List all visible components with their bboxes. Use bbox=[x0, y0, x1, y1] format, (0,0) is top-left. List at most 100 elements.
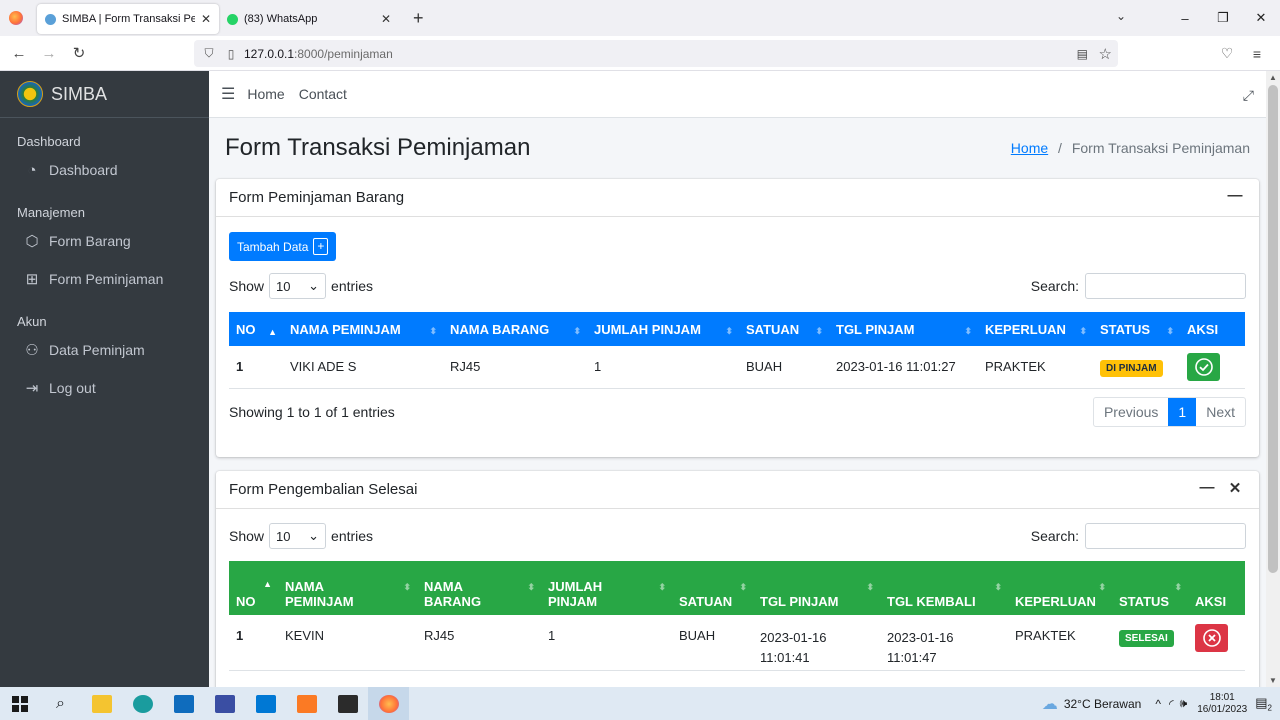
bookmark-star-icon[interactable]: ☆ bbox=[1099, 45, 1112, 63]
collapse-icon[interactable]: — bbox=[1193, 479, 1221, 497]
collapse-icon[interactable]: — bbox=[1221, 187, 1249, 204]
search-input[interactable] bbox=[1085, 523, 1246, 549]
sidebar-item-dashboard[interactable]: ◔ Dashboard bbox=[0, 151, 209, 189]
col-header[interactable]: TGL KEMBALI ⬍ bbox=[880, 561, 1008, 615]
table-row: 1 KEVIN RJ45 1 BUAH 2023-01-16 11:01:41 … bbox=[229, 615, 1245, 671]
page-icon: ▯ bbox=[227, 46, 235, 61]
cell-jumlah: 1 bbox=[587, 346, 739, 389]
entries-select[interactable]: 10 ⌄ bbox=[269, 523, 327, 549]
brand[interactable]: SIMBA bbox=[0, 71, 209, 118]
tab-simba[interactable]: SIMBA | Form Transaksi Peminjaman ✕ bbox=[37, 4, 219, 34]
close-icon[interactable]: ✕ bbox=[201, 12, 211, 26]
cell-jumlah: 1 bbox=[541, 615, 672, 671]
editor-icon[interactable] bbox=[204, 687, 245, 720]
chevron-down-icon[interactable]: ⌄ bbox=[1116, 9, 1126, 23]
breadcrumb-home-link[interactable]: Home bbox=[1011, 140, 1048, 156]
delete-button[interactable] bbox=[1195, 624, 1228, 652]
volume-icon[interactable]: 🕪 bbox=[1180, 696, 1188, 711]
search-label: Search: bbox=[1030, 528, 1079, 544]
wifi-icon[interactable]: ◜ bbox=[1169, 697, 1174, 711]
edge-icon[interactable] bbox=[122, 687, 163, 720]
col-header[interactable]: STATUS ⬍ bbox=[1093, 312, 1180, 346]
sidebar-item-form-peminjaman[interactable]: ⊞ Form Peminjaman bbox=[0, 260, 209, 298]
table-info: Showing 1 to 1 of 1 entries bbox=[229, 404, 395, 420]
content-header: Form Transaksi Peminjaman Home / Form Tr… bbox=[209, 118, 1266, 178]
chevron-up-icon[interactable]: ^ bbox=[1155, 697, 1161, 711]
col-header[interactable]: NAMA PEMINJAM ⬍ bbox=[278, 561, 417, 615]
col-header[interactable]: NAMA PEMINJAM ⬍ bbox=[283, 312, 443, 346]
scroll-up-icon[interactable]: ▲ bbox=[1266, 73, 1280, 82]
col-header[interactable]: TGL PINJAM ⬍ bbox=[753, 561, 880, 615]
sidebar-item-form-barang[interactable]: ⬡ Form Barang bbox=[0, 222, 209, 260]
tachometer-icon: ◔ bbox=[27, 161, 37, 179]
col-header[interactable]: SATUAN ⬍ bbox=[672, 561, 753, 615]
fullscreen-icon[interactable]: ⤢ bbox=[1243, 87, 1254, 104]
sidebar-item-data-peminjam[interactable]: ⚇ Data Peminjam bbox=[0, 331, 209, 369]
card-peminjaman: Form Peminjaman Barang — Tambah Data + S… bbox=[216, 179, 1259, 457]
clock[interactable]: 18:01 16/01/2023 bbox=[1197, 692, 1247, 716]
next-button[interactable]: Next bbox=[1196, 398, 1245, 426]
search-icon[interactable]: ⌕ bbox=[40, 687, 81, 720]
add-data-button[interactable]: Tambah Data + bbox=[229, 232, 337, 261]
notification-icon[interactable]: ▤2 bbox=[1255, 695, 1272, 713]
cell-status: SELESAI bbox=[1112, 615, 1188, 671]
vscode-icon[interactable] bbox=[245, 687, 286, 720]
terminal-icon[interactable] bbox=[327, 687, 368, 720]
firefox-taskbar-icon[interactable] bbox=[368, 687, 409, 720]
scroll-down-icon[interactable]: ▼ bbox=[1266, 676, 1280, 685]
url-bar[interactable]: ⛉ ▯ 127.0.0.1:8000/peminjaman ▤ ☆ bbox=[194, 40, 1118, 67]
firefox-icon[interactable] bbox=[9, 11, 23, 25]
file-plus-icon: + bbox=[313, 238, 329, 255]
col-header[interactable]: KEPERLUAN ⬍ bbox=[978, 312, 1093, 346]
col-header[interactable]: NO ▲ bbox=[229, 561, 278, 615]
col-header[interactable]: STATUS ⬍ bbox=[1112, 561, 1188, 615]
col-header[interactable]: SATUAN ⬍ bbox=[739, 312, 829, 346]
reader-view-icon[interactable]: ▤ bbox=[1077, 47, 1088, 61]
col-header[interactable]: TGL PINJAM ⬍ bbox=[829, 312, 978, 346]
top-navbar: ☰ Home Contact ⤢ bbox=[209, 71, 1266, 118]
col-header[interactable]: NAMA BARANG ⬍ bbox=[417, 561, 541, 615]
table-pengembalian: NO ▲ NAMA PEMINJAM ⬍ NAMA BARANG ⬍ JUMLAH P… bbox=[229, 561, 1245, 671]
nav-home-link[interactable]: Home bbox=[247, 86, 284, 102]
col-header[interactable]: NAMA BARANG ⬍ bbox=[443, 312, 587, 346]
nav-contact-link[interactable]: Contact bbox=[299, 86, 347, 102]
x-circle-icon bbox=[1202, 629, 1221, 647]
return-button[interactable] bbox=[1187, 352, 1220, 381]
sort-icon: ⬍ bbox=[815, 326, 823, 336]
restore-icon[interactable]: ❐ bbox=[1204, 10, 1242, 26]
col-header[interactable]: NO ▲ bbox=[229, 312, 283, 346]
mail-icon[interactable] bbox=[163, 687, 204, 720]
pocket-icon[interactable]: ♡ bbox=[1212, 45, 1242, 62]
tab-whatsapp[interactable]: (83) WhatsApp ✕ bbox=[219, 4, 399, 34]
previous-button[interactable]: Previous bbox=[1094, 398, 1168, 426]
cell-keperluan: PRAKTEK bbox=[1008, 615, 1112, 671]
sidebar-item-logout[interactable]: ⇥ Log out bbox=[0, 369, 209, 407]
weather-text[interactable]: 32°C Berawan bbox=[1064, 697, 1142, 711]
page-button[interactable]: 1 bbox=[1168, 398, 1197, 426]
file-explorer-icon[interactable] bbox=[81, 687, 122, 720]
back-icon[interactable]: ← bbox=[4, 45, 34, 62]
search-input[interactable] bbox=[1085, 273, 1246, 299]
col-header[interactable]: KEPERLUAN ⬍ bbox=[1008, 561, 1112, 615]
scroll-thumb[interactable] bbox=[1268, 85, 1278, 573]
col-header[interactable]: JUMLAH PINJAM ⬍ bbox=[541, 561, 672, 615]
xampp-icon[interactable] bbox=[286, 687, 327, 720]
forward-icon[interactable]: → bbox=[34, 45, 64, 62]
breadcrumb: Home / Form Transaksi Peminjaman bbox=[1011, 140, 1250, 156]
hamburger-icon[interactable]: ☰ bbox=[221, 84, 235, 104]
shield-icon[interactable]: ⛉ bbox=[202, 46, 216, 61]
new-tab-icon[interactable]: + bbox=[413, 8, 424, 29]
entries-select[interactable]: 10 ⌄ bbox=[269, 273, 327, 299]
page-scrollbar[interactable]: ▲ ▼ bbox=[1266, 71, 1280, 687]
minimize-icon[interactable]: – bbox=[1166, 11, 1204, 26]
col-header[interactable]: JUMLAH PINJAM ⬍ bbox=[587, 312, 739, 346]
menu-icon[interactable]: ≡ bbox=[1242, 46, 1272, 62]
reload-icon[interactable]: ↻ bbox=[64, 44, 94, 62]
sidebar-item-label: Form Barang bbox=[49, 233, 131, 249]
windows-start-icon[interactable] bbox=[0, 687, 40, 720]
close-icon[interactable]: ✕ bbox=[381, 12, 391, 26]
browser-nav-bar: ← → ↻ ⛉ ▯ 127.0.0.1:8000/peminjaman ▤ ☆ … bbox=[0, 36, 1280, 71]
search-label: Search: bbox=[1030, 278, 1079, 294]
close-window-icon[interactable]: ✕ bbox=[1242, 10, 1280, 26]
close-icon[interactable]: ✕ bbox=[1221, 479, 1249, 497]
